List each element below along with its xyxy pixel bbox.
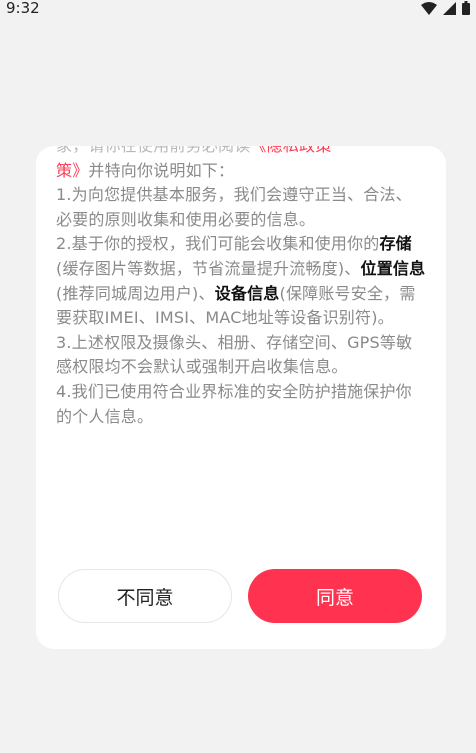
disagree-button[interactable]: 不同意 <box>58 569 232 623</box>
policy-device-label: 设备信息 <box>214 283 280 303</box>
status-time: 9:32 <box>6 0 40 17</box>
policy-text: 家，请你在使用前务必阅读《隐私政策策》并特向你说明如下： 1.为向您提供基本服务，… <box>56 146 428 429</box>
policy-storage-label: 存储 <box>379 234 412 254</box>
policy-storage-desc: (缓存图片等数据，节省流量提升流畅度)、 <box>56 258 361 278</box>
policy-location-desc: (推荐同城周边用户)、 <box>56 283 215 303</box>
privacy-policy-link-end[interactable]: 策》 <box>56 161 88 180</box>
policy-item-2-intro: 2.基于你的授权，我们可能会收集和使用你的 <box>56 234 380 254</box>
signal-icon <box>443 1 456 15</box>
policy-scroll-area[interactable]: 家，请你在使用前务必阅读《隐私政策策》并特向你说明如下： 1.为向您提供基本服务，… <box>56 146 428 524</box>
privacy-dialog: 家，请你在使用前务必阅读《隐私政策策》并特向你说明如下： 1.为向您提供基本服务，… <box>36 146 446 649</box>
policy-item-3: 3.上述权限及摄像头、相册、存储空间、GPS等敏感权限均不会默认或强制开启收集信… <box>56 332 413 377</box>
policy-item-1: 1.为向您提供基本服务，我们会遵守正当、合法、必要的原则收集和使用必要的信息。 <box>56 185 412 229</box>
wifi-icon <box>421 1 437 15</box>
status-bar: 9:32 <box>0 0 476 22</box>
policy-top-line: 家，请你在使用前务必阅读 <box>56 146 250 155</box>
agree-button[interactable]: 同意 <box>248 569 422 623</box>
battery-icon <box>462 1 470 15</box>
policy-location-label: 位置信息 <box>360 258 426 278</box>
status-icons <box>421 1 470 15</box>
policy-item-4: 4.我们已使用符合业界标准的安全防护措施保护你的个人信息。 <box>56 381 412 426</box>
policy-intro: 并特向你说明如下： <box>88 160 235 180</box>
privacy-policy-link-start[interactable]: 《隐私政策 <box>250 146 331 155</box>
